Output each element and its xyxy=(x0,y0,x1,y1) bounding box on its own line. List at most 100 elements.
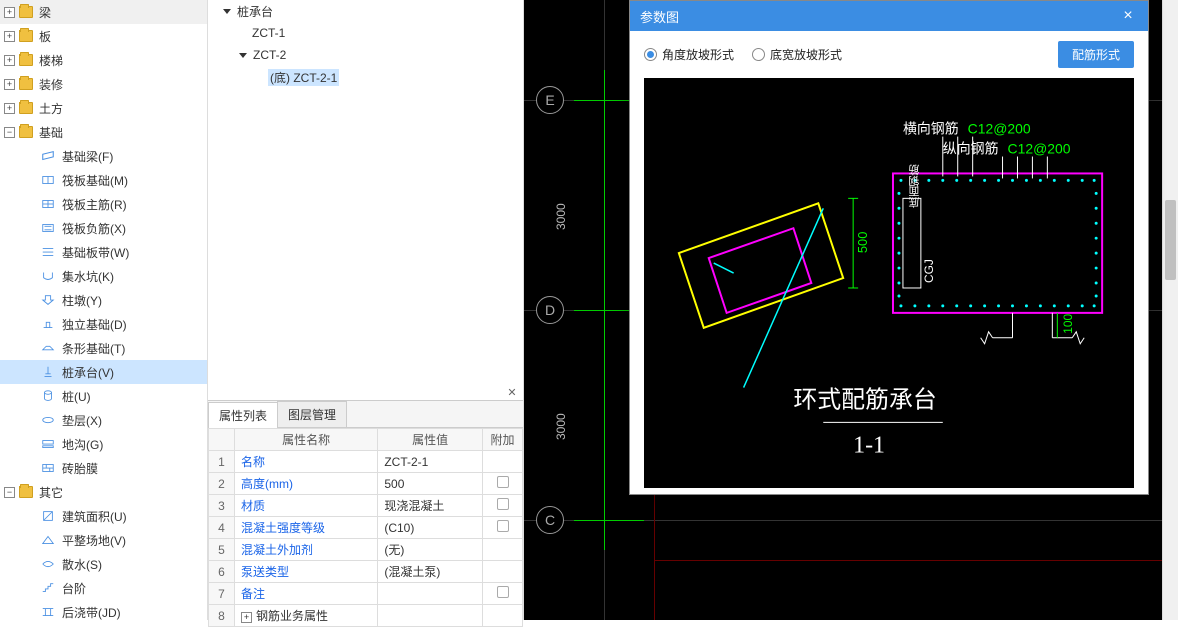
sub-item-strip-found[interactable]: 条形基础(T) xyxy=(0,336,207,360)
svg-text:C12@200: C12@200 xyxy=(968,121,1031,137)
member-label: ZCT-2 xyxy=(253,48,286,62)
close-icon[interactable]: ✕ xyxy=(505,385,519,399)
table-row[interactable]: 7备注 xyxy=(209,583,523,605)
area-icon xyxy=(40,508,56,524)
sub-item-raft-neg[interactable]: 筏板负筋(X) xyxy=(0,216,207,240)
member-tree-zct2[interactable]: ZCT-2 xyxy=(208,44,523,66)
checkbox[interactable] xyxy=(497,476,509,488)
expand-icon[interactable]: + xyxy=(241,612,252,623)
chevron-down-icon[interactable] xyxy=(238,50,249,61)
tree-cat-earth[interactable]: + 土方 xyxy=(0,96,207,120)
member-tree-zct1[interactable]: ZCT-1 xyxy=(208,22,523,44)
tree-label: 板 xyxy=(39,28,51,45)
member-tree-leaf[interactable]: (底) ZCT-2-1 xyxy=(208,66,523,88)
sub-item-area[interactable]: 建筑面积(U) xyxy=(0,504,207,528)
stripfound-icon xyxy=(40,340,56,356)
table-row[interactable]: 2高度(mm)500 xyxy=(209,473,523,495)
chevron-down-icon[interactable] xyxy=(222,6,233,17)
sub-label: 后浇带(JD) xyxy=(62,604,121,621)
table-row[interactable]: 3材质现浇混凝土 xyxy=(209,495,523,517)
level-icon xyxy=(40,532,56,548)
table-row[interactable]: 4混凝土强度等级(C10) xyxy=(209,517,523,539)
table-row[interactable]: 1名称ZCT-2-1 xyxy=(209,451,523,473)
sump-icon xyxy=(40,268,56,284)
tree-label: 装修 xyxy=(39,76,63,93)
table-row[interactable]: 6泵送类型(混凝土泵) xyxy=(209,561,523,583)
beam-icon xyxy=(40,148,56,164)
bedding-icon xyxy=(40,412,56,428)
trench-icon xyxy=(40,436,56,452)
expand-icon[interactable]: + xyxy=(4,79,15,90)
sub-item-sump[interactable]: 集水坑(K) xyxy=(0,264,207,288)
sub-item-level[interactable]: 平整场地(V) xyxy=(0,528,207,552)
tree-cat-foundation[interactable]: − 基础 xyxy=(0,120,207,144)
radio-width-slope[interactable]: 底宽放坡形式 xyxy=(752,46,842,63)
sub-item-raft[interactable]: 筏板基础(M) xyxy=(0,168,207,192)
sub-item-slab-strip[interactable]: 基础板带(W) xyxy=(0,240,207,264)
checkbox[interactable] xyxy=(497,498,509,510)
folder-icon xyxy=(19,102,33,114)
svg-text:CGJ: CGJ xyxy=(922,259,936,283)
sub-item-pedestal[interactable]: 柱墩(Y) xyxy=(0,288,207,312)
collapse-icon[interactable]: − xyxy=(4,127,15,138)
tree-cat-finish[interactable]: + 装修 xyxy=(0,72,207,96)
col-name: 属性名称 xyxy=(235,429,378,451)
sub-label: 基础梁(F) xyxy=(62,148,113,165)
step-icon xyxy=(40,580,56,596)
tab-layers[interactable]: 图层管理 xyxy=(277,401,347,427)
close-icon[interactable]: × xyxy=(1118,7,1138,25)
svg-text:底面钢筋: 底面钢筋 xyxy=(908,164,920,210)
radio-angle-slope[interactable]: 角度放坡形式 xyxy=(644,46,734,63)
member-label: (底) ZCT-2-1 xyxy=(268,69,339,86)
tree-label: 梁 xyxy=(39,4,51,21)
vertical-scrollbar[interactable] xyxy=(1162,0,1178,620)
expand-icon[interactable]: + xyxy=(4,55,15,66)
rebar-main-icon xyxy=(40,196,56,212)
checkbox[interactable] xyxy=(497,520,509,532)
brick-icon xyxy=(40,460,56,476)
tree-cat-beam[interactable]: + 梁 xyxy=(0,0,207,24)
sub-item-postcast[interactable]: 后浇带(JD) xyxy=(0,600,207,620)
table-row[interactable]: 5混凝土外加剂(无) xyxy=(209,539,523,561)
dialog-titlebar[interactable]: 参数图 × xyxy=(630,1,1148,31)
sub-item-bedding[interactable]: 垫层(X) xyxy=(0,408,207,432)
rebar-style-button[interactable]: 配筋形式 xyxy=(1058,41,1134,68)
checkbox[interactable] xyxy=(497,586,509,598)
table-row[interactable]: 8+钢筋业务属性 xyxy=(209,605,523,627)
tree-cat-stair[interactable]: + 楼梯 xyxy=(0,48,207,72)
sub-label: 地沟(G) xyxy=(62,436,103,453)
sub-label: 集水坑(K) xyxy=(62,268,114,285)
sub-item-trench[interactable]: 地沟(G) xyxy=(0,432,207,456)
sub-label: 独立基础(D) xyxy=(62,316,127,333)
sub-item-foundation-beam[interactable]: 基础梁(F) xyxy=(0,144,207,168)
sub-item-pile-cap[interactable]: 桩承台(V) xyxy=(0,360,207,384)
sub-item-apron[interactable]: 散水(S) xyxy=(0,552,207,576)
sub-item-step[interactable]: 台阶 xyxy=(0,576,207,600)
collapse-icon[interactable]: − xyxy=(4,487,15,498)
tree-cat-slab[interactable]: + 板 xyxy=(0,24,207,48)
sub-item-pile[interactable]: 桩(U) xyxy=(0,384,207,408)
svg-text:横向钢筋: 横向钢筋 xyxy=(903,121,959,137)
svg-text:环式配筋承台: 环式配筋承台 xyxy=(793,386,936,413)
tree-cat-other[interactable]: − 其它 xyxy=(0,480,207,504)
expand-icon[interactable]: + xyxy=(4,7,15,18)
sub-item-brick-mold[interactable]: 砖胎膜 xyxy=(0,456,207,480)
svg-text:纵向钢筋: 纵向钢筋 xyxy=(943,141,999,157)
tree-label: 基础 xyxy=(39,124,63,141)
postcast-icon xyxy=(40,604,56,620)
tab-properties[interactable]: 属性列表 xyxy=(208,402,278,428)
tree-label: 土方 xyxy=(39,100,63,117)
dim-label: 3000 xyxy=(554,413,568,440)
sub-label: 建筑面积(U) xyxy=(62,508,127,525)
center-column: 桩承台 ZCT-1 ZCT-2 (底) ZCT-2-1 ✕ 属性列表 图层管理 xyxy=(208,0,524,620)
dialog-title: 参数图 xyxy=(640,7,679,26)
expand-icon[interactable]: + xyxy=(4,31,15,42)
sub-item-isolated[interactable]: 独立基础(D) xyxy=(0,312,207,336)
sub-label: 基础板带(W) xyxy=(62,244,129,261)
tree-label: 其它 xyxy=(39,484,63,501)
expand-icon[interactable]: + xyxy=(4,103,15,114)
tree-label: 楼梯 xyxy=(39,52,63,69)
folder-icon xyxy=(19,6,33,18)
member-tree-root[interactable]: 桩承台 xyxy=(208,0,523,22)
sub-item-raft-main[interactable]: 筏板主筋(R) xyxy=(0,192,207,216)
